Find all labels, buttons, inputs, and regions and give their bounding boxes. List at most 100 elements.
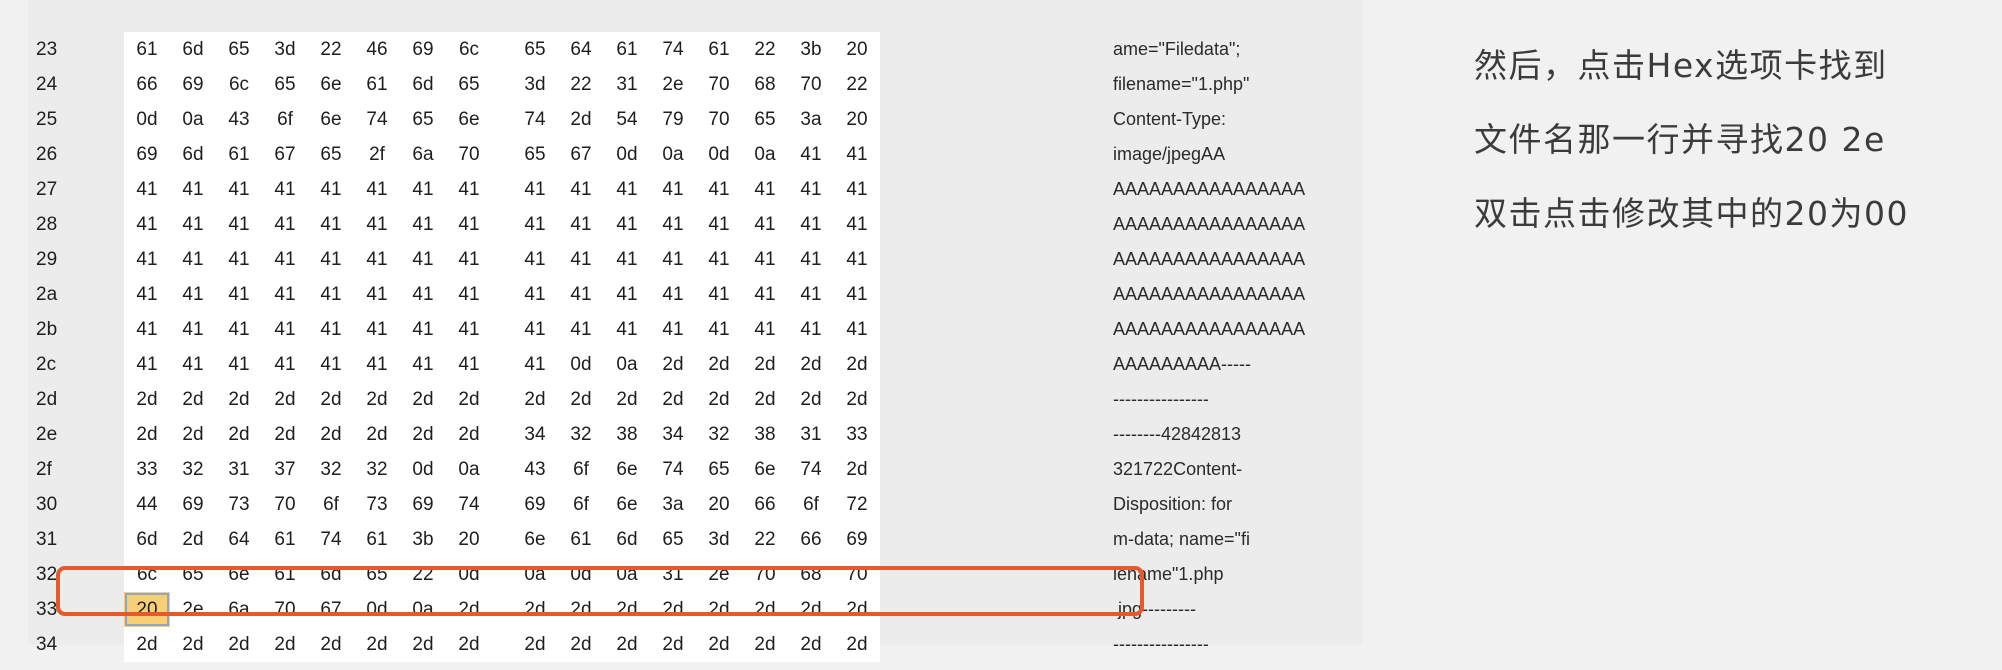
hex-byte-cell[interactable]: 2d — [696, 592, 742, 627]
hex-byte-cell[interactable]: 2d — [604, 382, 650, 417]
hex-byte-cell[interactable]: 74 — [788, 452, 834, 487]
hex-byte-cell[interactable]: 2d — [834, 627, 880, 662]
hex-byte-cell[interactable]: 3b — [788, 32, 834, 67]
hex-byte-cell[interactable]: 2d — [446, 382, 492, 417]
hex-byte-cell[interactable]: 61 — [262, 557, 308, 592]
hex-byte-cell[interactable]: 41 — [742, 172, 788, 207]
hex-byte-cell[interactable]: 70 — [262, 592, 308, 627]
hex-byte-cell[interactable]: 72 — [834, 487, 880, 522]
hex-byte-cell[interactable]: 6c — [216, 67, 262, 102]
hex-byte-cell[interactable]: 2d — [558, 102, 604, 137]
hex-byte-cell[interactable]: 41 — [512, 312, 558, 347]
hex-byte-cell[interactable]: 6f — [262, 102, 308, 137]
selected-hex-byte-cell[interactable]: 20 — [124, 592, 170, 627]
hex-byte-cell[interactable]: 0a — [170, 102, 216, 137]
hex-byte-cell[interactable]: 41 — [308, 347, 354, 382]
hex-byte-cell[interactable]: 65 — [650, 522, 696, 557]
hex-byte-cell[interactable]: 41 — [354, 277, 400, 312]
hex-byte-cell[interactable]: 6d — [170, 137, 216, 172]
hex-byte-cell[interactable]: 41 — [788, 137, 834, 172]
hex-byte-cell[interactable]: 6e — [308, 102, 354, 137]
hex-byte-cell[interactable]: 70 — [696, 67, 742, 102]
hex-byte-cell[interactable]: 22 — [742, 32, 788, 67]
hex-byte-cell[interactable]: 2d — [788, 627, 834, 662]
hex-byte-cell[interactable]: 2d — [170, 382, 216, 417]
hex-byte-cell[interactable]: 41 — [558, 312, 604, 347]
hex-byte-cell[interactable]: 22 — [558, 67, 604, 102]
hex-byte-cell[interactable]: 2d — [446, 417, 492, 452]
hex-byte-cell[interactable]: 67 — [262, 137, 308, 172]
hex-byte-cell[interactable]: 32 — [558, 417, 604, 452]
hex-byte-cell[interactable]: 3d — [262, 32, 308, 67]
hex-byte-cell[interactable]: 41 — [216, 347, 262, 382]
hex-byte-cell[interactable]: 64 — [558, 32, 604, 67]
hex-byte-cell[interactable]: 6e — [604, 487, 650, 522]
hex-byte-cell[interactable]: 0a — [742, 137, 788, 172]
hex-byte-cell[interactable]: 74 — [650, 32, 696, 67]
hex-byte-cell[interactable]: 34 — [512, 417, 558, 452]
hex-byte-cell[interactable]: 2d — [558, 627, 604, 662]
hex-byte-cell[interactable]: 6e — [604, 452, 650, 487]
hex-byte-cell[interactable]: 41 — [216, 242, 262, 277]
hex-byte-cell[interactable]: 2d — [834, 452, 880, 487]
hex-byte-cell[interactable]: 6a — [400, 137, 446, 172]
hex-byte-cell[interactable]: 6f — [788, 487, 834, 522]
hex-byte-cell[interactable]: 41 — [400, 347, 446, 382]
hex-byte-cell[interactable]: 0d — [696, 137, 742, 172]
hex-byte-cell[interactable]: 2d — [650, 347, 696, 382]
hex-byte-cell[interactable]: 41 — [834, 312, 880, 347]
hex-byte-cell[interactable]: 41 — [354, 347, 400, 382]
hex-byte-cell[interactable]: 74 — [308, 522, 354, 557]
hex-byte-cell[interactable]: 61 — [124, 32, 170, 67]
hex-byte-cell[interactable]: 41 — [216, 207, 262, 242]
hex-byte-cell[interactable]: 2d — [834, 347, 880, 382]
hex-byte-cell[interactable]: 41 — [558, 172, 604, 207]
hex-byte-cell[interactable]: 2d — [446, 592, 492, 627]
hex-byte-cell[interactable]: 69 — [834, 522, 880, 557]
hex-byte-cell[interactable]: 68 — [788, 557, 834, 592]
hex-byte-cell[interactable]: 65 — [308, 137, 354, 172]
hex-byte-cell[interactable]: 41 — [308, 207, 354, 242]
hex-byte-cell[interactable]: 41 — [446, 312, 492, 347]
hex-byte-cell[interactable]: 2d — [216, 417, 262, 452]
hex-byte-cell[interactable]: 0d — [446, 557, 492, 592]
hex-byte-cell[interactable]: 41 — [308, 277, 354, 312]
hex-byte-cell[interactable]: 41 — [512, 277, 558, 312]
hex-byte-cell[interactable]: 41 — [742, 242, 788, 277]
hex-byte-cell[interactable]: 0d — [558, 347, 604, 382]
hex-byte-cell[interactable]: 41 — [262, 242, 308, 277]
hex-byte-cell[interactable]: 70 — [834, 557, 880, 592]
hex-byte-cell[interactable]: 41 — [512, 172, 558, 207]
hex-byte-cell[interactable]: 41 — [558, 277, 604, 312]
hex-byte-cell[interactable]: 41 — [604, 172, 650, 207]
hex-byte-cell[interactable]: 2d — [604, 592, 650, 627]
hex-byte-cell[interactable]: 44 — [124, 487, 170, 522]
hex-byte-cell[interactable]: 22 — [400, 557, 446, 592]
hex-byte-cell[interactable]: 67 — [308, 592, 354, 627]
hex-byte-cell[interactable]: 61 — [558, 522, 604, 557]
hex-byte-cell[interactable]: 66 — [742, 487, 788, 522]
hex-byte-cell[interactable]: 41 — [170, 312, 216, 347]
hex-byte-cell[interactable]: 22 — [308, 32, 354, 67]
hex-byte-cell[interactable]: 41 — [124, 242, 170, 277]
hex-byte-cell[interactable]: 2d — [650, 592, 696, 627]
hex-byte-cell[interactable]: 2d — [308, 417, 354, 452]
hex-byte-cell[interactable]: 65 — [742, 102, 788, 137]
hex-byte-cell[interactable]: 70 — [696, 102, 742, 137]
hex-byte-cell[interactable]: 34 — [650, 417, 696, 452]
hex-byte-cell[interactable]: 0a — [512, 557, 558, 592]
hex-byte-cell[interactable]: 2d — [788, 382, 834, 417]
hex-byte-cell[interactable]: 66 — [788, 522, 834, 557]
hex-byte-cell[interactable]: 41 — [650, 172, 696, 207]
hex-byte-cell[interactable]: 6d — [308, 557, 354, 592]
hex-byte-cell[interactable]: 6e — [446, 102, 492, 137]
hex-byte-cell[interactable]: 41 — [354, 242, 400, 277]
hex-byte-cell[interactable]: 37 — [262, 452, 308, 487]
hex-byte-cell[interactable]: 32 — [354, 452, 400, 487]
hex-byte-cell[interactable]: 41 — [650, 242, 696, 277]
hex-byte-cell[interactable]: 2d — [742, 347, 788, 382]
hex-byte-cell[interactable]: 41 — [124, 347, 170, 382]
hex-byte-cell[interactable]: 61 — [216, 137, 262, 172]
hex-byte-cell[interactable]: 20 — [446, 522, 492, 557]
hex-byte-cell[interactable]: 2d — [124, 627, 170, 662]
